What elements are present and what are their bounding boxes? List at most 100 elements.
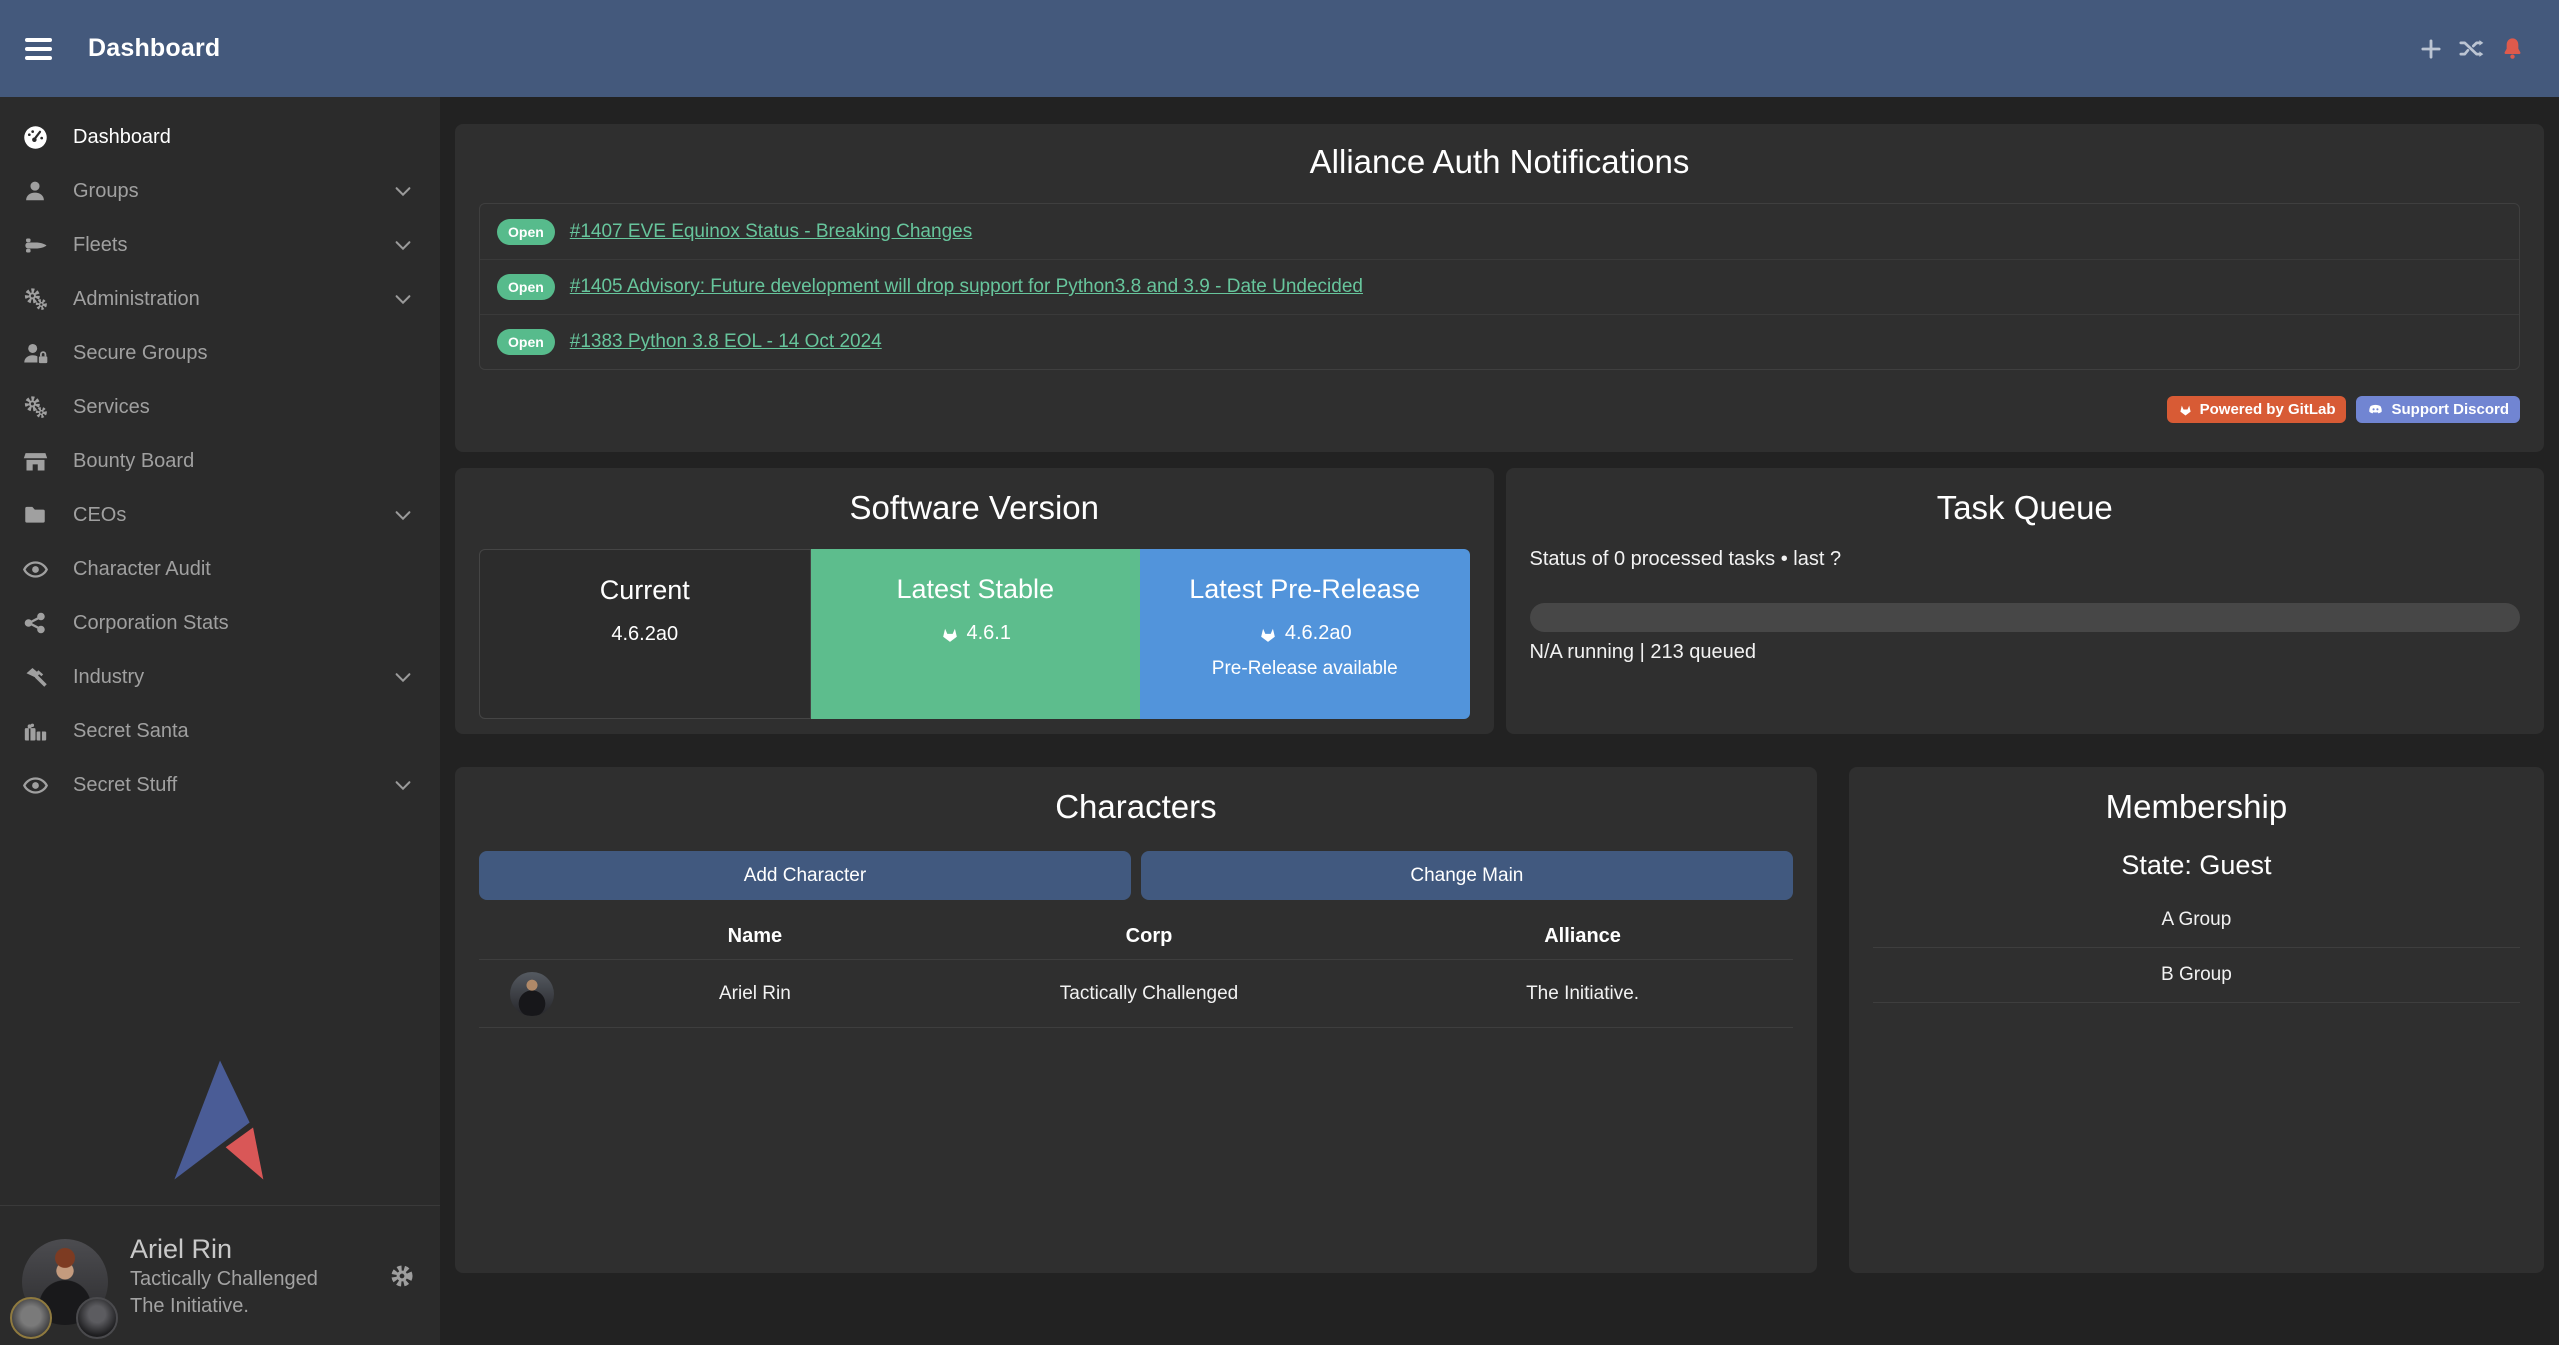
notifications-title: Alliance Auth Notifications	[479, 144, 2520, 180]
software-version-title: Software Version	[479, 490, 1470, 526]
page-title: Dashboard	[88, 34, 220, 63]
task-queue-status: Status of 0 processed tasks • last ?	[1530, 547, 2521, 571]
characters-buttons: Add Character Change Main	[479, 851, 1793, 900]
task-queue-progressbar	[1530, 603, 2521, 632]
shuffle-icon[interactable]	[2458, 35, 2485, 62]
character-alliance: The Initiative.	[1372, 983, 1792, 1005]
eye-icon	[21, 771, 49, 799]
version-current: Current 4.6.2a0	[479, 549, 811, 719]
user-name: Ariel Rin	[130, 1232, 318, 1266]
top-navbar: Dashboard	[0, 0, 2559, 97]
sidebar-item-label: Dashboard	[73, 126, 171, 149]
sidebar-item-groups[interactable]: Groups	[0, 164, 440, 218]
user-meta: Ariel Rin Tactically Challenged The Init…	[130, 1232, 318, 1320]
sidebar-item-fleets[interactable]: Fleets	[0, 218, 440, 272]
sidebar-item-label: Groups	[73, 180, 139, 203]
list-item: Open #1405 Advisory: Future development …	[480, 259, 2519, 314]
sidebar-item-label: Services	[73, 396, 150, 419]
notification-link[interactable]: #1407 EVE Equinox Status - Breaking Chan…	[570, 221, 972, 243]
software-version-panel: Software Version Current 4.6.2a0 Latest …	[455, 468, 1494, 734]
alliance-auth-logo	[163, 1058, 277, 1182]
sidebar-item-label: Fleets	[73, 234, 127, 257]
sidebar-item-dashboard[interactable]: Dashboard	[0, 110, 440, 164]
gifts-icon	[21, 717, 49, 745]
add-character-button[interactable]: Add Character	[479, 851, 1131, 900]
settings-gear-icon[interactable]	[388, 1262, 416, 1290]
main-content: Alliance Auth Notifications Open #1407 E…	[440, 97, 2559, 1345]
status-badge: Open	[497, 219, 555, 245]
chevron-down-icon	[392, 666, 414, 688]
table-row: Ariel Rin Tactically Challenged The Init…	[479, 960, 1793, 1028]
alliance-logo-badge	[76, 1297, 118, 1339]
sidebar-item-secret-stuff[interactable]: Secret Stuff	[0, 758, 440, 812]
row-characters-membership: Characters Add Character Change Main Nam…	[455, 767, 2544, 1273]
col-corp: Corp	[926, 925, 1373, 948]
sidebar-nav: Dashboard Groups Fleets	[0, 97, 440, 812]
bell-icon[interactable]	[2499, 35, 2526, 62]
version-stable-value: 4.6.1	[811, 622, 1141, 645]
chevron-down-icon	[392, 234, 414, 256]
notifications-panel: Alliance Auth Notifications Open #1407 E…	[455, 124, 2544, 452]
sidebar-item-corporation-stats[interactable]: Corporation Stats	[0, 596, 440, 650]
user-lock-icon	[21, 339, 49, 367]
add-character-icon[interactable]	[2417, 35, 2444, 62]
sidebar-item-label: Secure Groups	[73, 342, 208, 365]
gitlab-badge[interactable]: Powered by GitLab	[2167, 396, 2347, 423]
space-shuttle-icon	[21, 231, 49, 259]
sidebar-item-label: Bounty Board	[73, 450, 194, 473]
sidebar-item-services[interactable]: Services	[0, 380, 440, 434]
sidebar-item-secret-santa[interactable]: Secret Santa	[0, 704, 440, 758]
sidebar-item-label: CEOs	[73, 504, 126, 527]
change-main-button[interactable]: Change Main	[1141, 851, 1793, 900]
sidebar-item-label: Secret Stuff	[73, 774, 177, 797]
chevron-down-icon	[392, 504, 414, 526]
gitlab-icon	[1258, 624, 1278, 644]
characters-title: Characters	[479, 789, 1793, 825]
col-alliance: Alliance	[1372, 925, 1792, 948]
table-header-row: Name Corp Alliance	[479, 914, 1793, 960]
cogs-icon	[21, 285, 49, 313]
list-item: Open #1407 EVE Equinox Status - Breaking…	[480, 204, 2519, 259]
character-portrait	[510, 972, 554, 1016]
sidebar-item-ceos[interactable]: CEOs	[0, 488, 440, 542]
cogs-icon	[21, 393, 49, 421]
list-item: B Group	[1873, 948, 2520, 1003]
col-name: Name	[584, 925, 926, 948]
version-current-value: 4.6.2a0	[480, 623, 810, 646]
task-queue-panel: Task Queue Status of 0 processed tasks •…	[1506, 468, 2545, 734]
version-boxes: Current 4.6.2a0 Latest Stable 4.6.1 Late…	[479, 549, 1470, 719]
version-stable-label: Latest Stable	[811, 574, 1141, 605]
hammer-icon	[21, 663, 49, 691]
character-name: Ariel Rin	[584, 983, 926, 1005]
version-prerelease: Latest Pre-Release 4.6.2a0 Pre-Release a…	[1140, 549, 1470, 719]
sidebar-item-secure-groups[interactable]: Secure Groups	[0, 326, 440, 380]
characters-panel: Characters Add Character Change Main Nam…	[455, 767, 1817, 1273]
notifications-list: Open #1407 EVE Equinox Status - Breaking…	[479, 203, 2520, 370]
discord-badge[interactable]: Support Discord	[2356, 396, 2520, 423]
sidebar: Dashboard Groups Fleets	[0, 97, 440, 1345]
sidebar-item-label: Industry	[73, 666, 144, 689]
chevron-down-icon	[392, 774, 414, 796]
share-icon	[21, 609, 49, 637]
external-badges: Powered by GitLab Support Discord	[479, 396, 2520, 423]
notification-link[interactable]: #1383 Python 3.8 EOL - 14 Oct 2024	[570, 331, 882, 353]
notification-link[interactable]: #1405 Advisory: Future development will …	[570, 276, 1363, 298]
character-corp: Tactically Challenged	[926, 983, 1373, 1005]
user-avatar-wrap	[22, 1212, 108, 1340]
gitlab-icon	[940, 624, 960, 644]
sidebar-item-label: Character Audit	[73, 558, 211, 581]
user-panel[interactable]: Ariel Rin Tactically Challenged The Init…	[0, 1205, 440, 1345]
membership-title: Membership	[1873, 789, 2520, 825]
menu-toggle-icon[interactable]	[25, 38, 52, 60]
sidebar-item-label: Administration	[73, 288, 200, 311]
sidebar-item-industry[interactable]: Industry	[0, 650, 440, 704]
sidebar-item-character-audit[interactable]: Character Audit	[0, 542, 440, 596]
sidebar-item-administration[interactable]: Administration	[0, 272, 440, 326]
navbar-actions	[2417, 35, 2526, 62]
version-stable: Latest Stable 4.6.1	[811, 549, 1141, 719]
characters-table: Name Corp Alliance Ariel Rin Tactically …	[479, 914, 1793, 1028]
status-badge: Open	[497, 329, 555, 355]
user-corp: Tactically Challenged	[130, 1266, 318, 1293]
membership-panel: Membership State: Guest A Group B Group	[1849, 767, 2544, 1273]
sidebar-item-bounty-board[interactable]: Bounty Board	[0, 434, 440, 488]
